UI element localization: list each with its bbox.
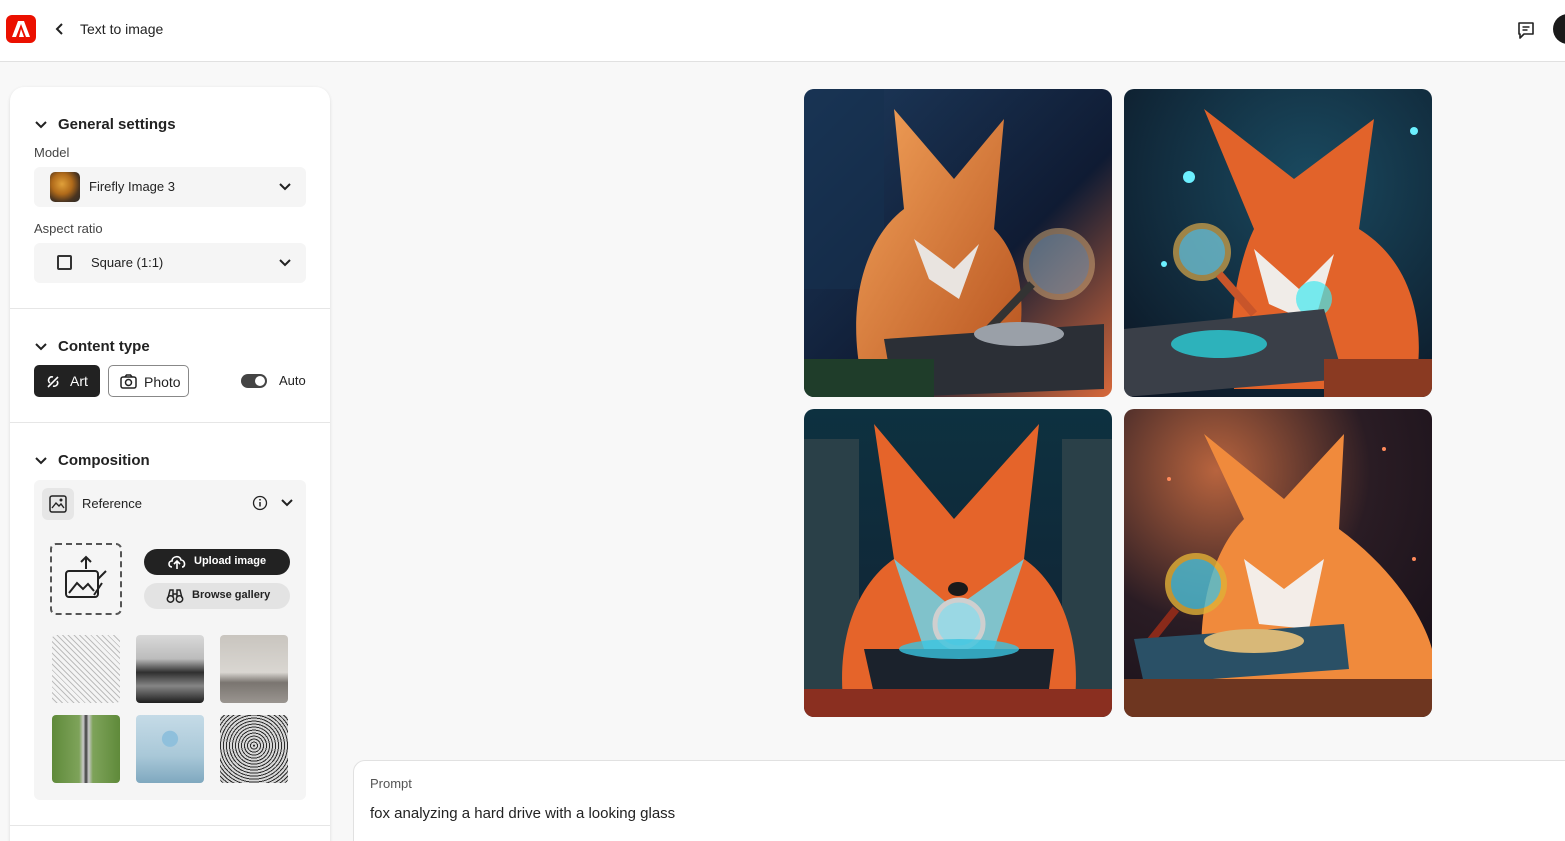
avatar[interactable]	[1553, 14, 1565, 44]
info-icon[interactable]	[252, 495, 268, 511]
reference-thumbnail-owl-sketch[interactable]	[220, 715, 288, 783]
prompt-input[interactable]: fox analyzing a hard drive with a lookin…	[370, 805, 675, 822]
generated-image-4[interactable]	[1124, 409, 1432, 717]
reference-section: Reference Upload image Browse gallery	[34, 480, 306, 800]
art-button[interactable]: Art	[34, 365, 100, 397]
feedback-icon[interactable]	[1515, 19, 1537, 41]
cloud-upload-icon	[168, 555, 186, 569]
back-arrow-icon[interactable]	[52, 21, 68, 37]
chevron-down-icon[interactable]	[280, 496, 294, 510]
generated-image-2[interactable]	[1124, 89, 1432, 397]
reference-thumbnail-bird-sketch[interactable]	[52, 635, 120, 703]
model-select[interactable]: Firefly Image 3	[34, 167, 306, 207]
content-type-title: Content type	[58, 338, 150, 355]
reference-image-icon	[42, 488, 74, 520]
reference-thumbnail-road-field[interactable]	[52, 715, 120, 783]
content-type-header[interactable]: Content type	[34, 338, 150, 355]
settings-panel: General settings Model Firefly Image 3 A…	[10, 87, 330, 841]
model-label: Model	[34, 145, 70, 160]
page-title: Text to image	[80, 21, 164, 37]
auto-label: Auto	[279, 373, 306, 388]
camera-icon	[120, 374, 137, 389]
aspect-ratio-select[interactable]: Square (1:1)	[34, 243, 306, 283]
chevron-down-icon	[35, 456, 47, 464]
composition-header[interactable]: Composition	[34, 452, 150, 469]
photo-button[interactable]: Photo	[108, 365, 189, 397]
chevron-down-icon	[279, 183, 291, 191]
general-settings-header[interactable]: General settings	[34, 116, 176, 133]
upload-image-button[interactable]: Upload image	[144, 549, 290, 575]
browse-gallery-button[interactable]: Browse gallery	[144, 583, 290, 609]
prompt-label: Prompt	[370, 776, 412, 791]
art-label: Art	[70, 373, 88, 389]
photo-label: Photo	[144, 374, 181, 390]
divider	[10, 422, 330, 423]
model-thumbnail	[50, 172, 80, 202]
reference-thumbnail-living-room[interactable]	[220, 635, 288, 703]
binoculars-icon	[166, 589, 184, 603]
model-value: Firefly Image 3	[89, 179, 175, 194]
adobe-logo-icon[interactable]	[6, 15, 36, 43]
aspect-ratio-value: Square (1:1)	[91, 255, 164, 270]
brush-icon	[47, 376, 59, 388]
general-settings-title: General settings	[58, 116, 176, 133]
square-icon	[57, 255, 72, 270]
upload-image-icon	[65, 555, 107, 598]
reference-label: Reference	[82, 496, 142, 511]
reference-thumbnail-mountain-landscape[interactable]	[136, 635, 204, 703]
chevron-down-icon	[35, 342, 47, 350]
generated-image-3[interactable]	[804, 409, 1112, 717]
upload-dropzone[interactable]	[50, 543, 122, 615]
browse-gallery-label: Browse gallery	[192, 589, 271, 601]
prompt-box[interactable]: Prompt fox analyzing a hard drive with a…	[353, 760, 1565, 841]
chevron-down-icon	[279, 259, 291, 267]
divider	[10, 825, 330, 826]
app-header: Text to image	[0, 0, 1565, 62]
chevron-down-icon	[35, 120, 47, 128]
upload-image-label: Upload image	[194, 555, 267, 567]
generated-image-1[interactable]	[804, 89, 1112, 397]
auto-toggle[interactable]	[241, 374, 267, 388]
aspect-ratio-label: Aspect ratio	[34, 221, 103, 236]
divider	[10, 308, 330, 309]
composition-title: Composition	[58, 452, 150, 469]
reference-thumbnail-sphere-cube[interactable]	[136, 715, 204, 783]
